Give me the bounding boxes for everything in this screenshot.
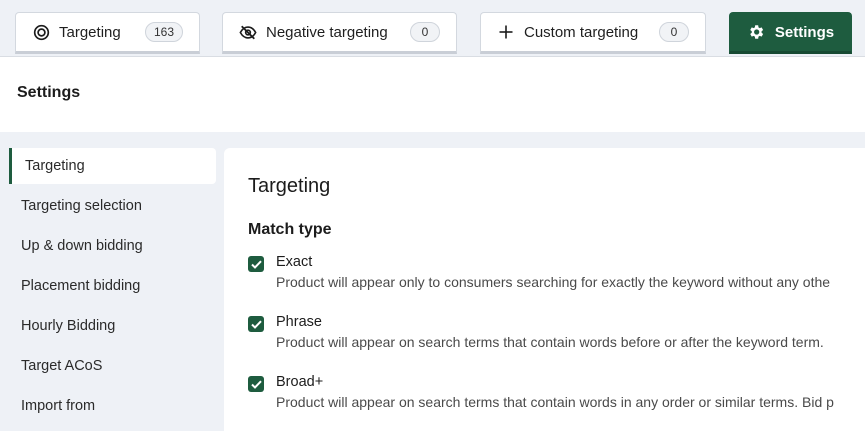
settings-header: Settings	[0, 56, 865, 132]
check-icon	[250, 260, 262, 269]
broad-plus-checkbox[interactable]	[248, 376, 264, 392]
broad-plus-label: Broad+	[276, 374, 324, 390]
tab-bar: Targeting 163 Negative targeting 0 Custo…	[0, 0, 865, 56]
settings-sidebar: Targeting Targeting selection Up & down …	[0, 132, 224, 431]
tab-custom-targeting-label: Custom targeting	[524, 23, 639, 41]
tab-custom-targeting[interactable]: Custom targeting 0	[480, 12, 706, 54]
tab-settings[interactable]: Settings	[729, 12, 852, 54]
sidebar-item-placement-bidding[interactable]: Placement bidding	[9, 268, 216, 304]
plus-icon	[497, 23, 515, 41]
phrase-checkbox[interactable]	[248, 316, 264, 332]
sidebar-item-up-down-bidding[interactable]: Up & down bidding	[9, 228, 216, 264]
sidebar-item-targeting-selection[interactable]: Targeting selection	[9, 188, 216, 224]
section-heading: Targeting	[248, 175, 331, 197]
tab-negative-targeting[interactable]: Negative targeting 0	[222, 12, 457, 54]
gear-icon	[747, 23, 765, 41]
tab-negative-targeting-count-badge: 0	[410, 22, 440, 42]
phrase-description: Product will appear on search terms that…	[276, 334, 824, 350]
check-icon	[250, 380, 262, 389]
tab-negative-targeting-label: Negative targeting	[266, 23, 388, 41]
broad-plus-description: Product will appear on search terms that…	[276, 394, 834, 410]
target-icon	[32, 23, 50, 41]
tab-targeting-label: Targeting	[59, 23, 121, 41]
tab-custom-targeting-count-badge: 0	[659, 22, 689, 42]
sidebar-item-hourly-bidding[interactable]: Hourly Bidding	[9, 308, 216, 344]
page-title: Settings	[17, 84, 81, 101]
match-type-heading: Match type	[248, 221, 332, 238]
exact-label: Exact	[276, 254, 313, 270]
tab-targeting[interactable]: Targeting 163	[15, 12, 200, 54]
exact-checkbox[interactable]	[248, 256, 264, 272]
check-icon	[250, 320, 262, 329]
eye-slash-icon	[239, 23, 257, 41]
tab-settings-label: Settings	[774, 23, 835, 41]
sidebar-item-import-from[interactable]: Import from	[9, 388, 216, 424]
tab-targeting-count-badge: 163	[144, 22, 183, 42]
exact-description: Product will appear only to consumers se…	[276, 274, 831, 290]
phrase-label: Phrase	[276, 314, 322, 330]
settings-content-panel: Targeting Match type Exact Product will …	[224, 148, 865, 431]
sidebar-item-targeting[interactable]: Targeting	[9, 148, 216, 184]
sidebar-item-target-acos[interactable]: Target ACoS	[9, 348, 216, 384]
